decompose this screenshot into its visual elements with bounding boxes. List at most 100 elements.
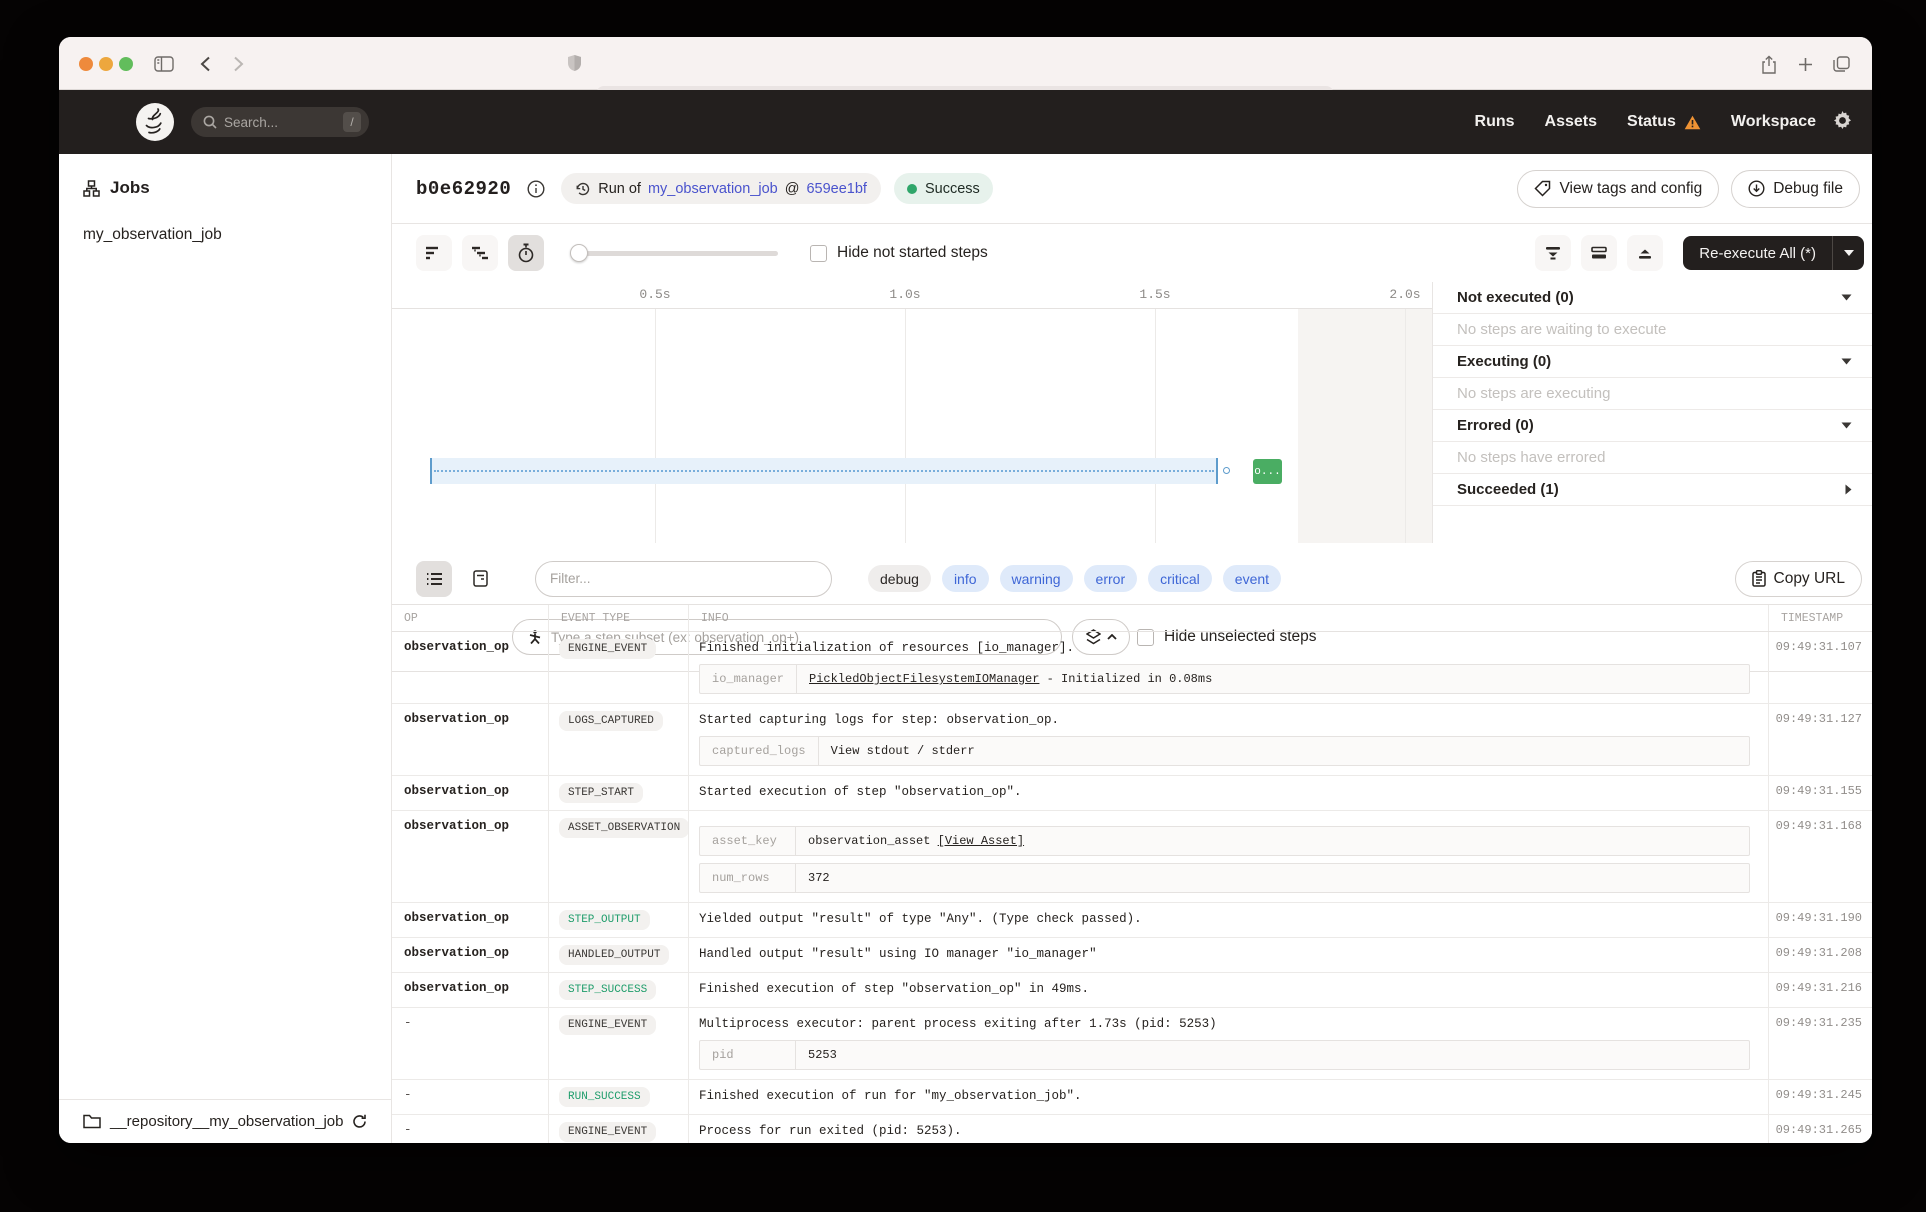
tabs-overview-icon[interactable] [1826,49,1856,79]
log-table: OP EVENT TYPE INFO TIMESTAMP observation… [392,605,1872,1143]
event-type-badge: STEP_OUTPUT [559,910,650,930]
job-list: my_observation_job [59,220,391,250]
close-window-button[interactable] [79,57,93,71]
sidebar-toggle-icon[interactable] [149,49,179,79]
log-row[interactable]: observation_opLOGS_CAPTUREDStarted captu… [392,704,1872,776]
slider-track[interactable] [572,251,778,256]
gantt-flat-view-button[interactable] [416,235,452,271]
gantt-step-track [430,458,1218,484]
reload-repository-icon[interactable] [352,1114,367,1129]
search-icon [203,115,217,129]
log-level-pill-info[interactable]: info [942,565,989,592]
hide-not-started-checkbox[interactable] [810,245,827,262]
topnav-item-workspace[interactable]: Workspace [1731,113,1816,131]
run-header: b0e62920 Run of my_observation_job @ 659… [392,154,1872,224]
log-row[interactable]: -RUN_SUCCESSFinished execution of run fo… [392,1080,1872,1115]
log-row[interactable]: observation_opENGINE_EVENTFinished initi… [392,632,1872,704]
log-filter-input[interactable] [535,561,832,597]
log-level-pill-debug[interactable]: debug [868,565,931,592]
gantt-waterfall-view-button[interactable] [462,235,498,271]
log-level-pill-warning[interactable]: warning [1000,565,1073,592]
log-list-view-button[interactable] [416,561,452,597]
log-op-cell: observation_op [392,776,548,810]
run-page: b0e62920 Run of my_observation_job @ 659… [392,154,1872,1143]
zoom-window-button[interactable] [119,57,133,71]
back-button[interactable] [190,49,220,79]
metadata-value: 372 [796,871,842,885]
gantt-zoom-slider[interactable] [572,244,778,262]
metadata-value: observation_asset [View Asset] [796,834,1036,848]
collapse-down-button[interactable] [1535,235,1571,271]
metadata-key: captured_logs [700,737,819,765]
gantt-step-bar[interactable]: o... [1253,459,1282,484]
event-type-badge: ENGINE_EVENT [559,1122,656,1142]
log-level-pill-error[interactable]: error [1084,565,1138,592]
panel-section-header[interactable]: Not executed (0) [1433,282,1872,314]
metadata-key: num_rows [700,864,796,892]
log-event-type-cell: STEP_START [548,776,688,810]
log-row[interactable]: observation_opSTEP_OUTPUTYielded output … [392,903,1872,938]
forward-button[interactable] [223,49,253,79]
copy-url-button[interactable]: Copy URL [1735,561,1863,597]
reexecute-all-button[interactable]: Re-execute All (*) [1683,236,1832,270]
clipboard-icon [1752,570,1766,587]
log-toolbar: debug info warning error critical event Copy … [392,553,1872,605]
panel-section-header[interactable]: Errored (0) [1433,410,1872,442]
minimize-window-button[interactable] [99,57,113,71]
topnav-item-status[interactable]: Status [1627,113,1701,131]
chevron-down-icon[interactable] [1841,422,1852,429]
reexecute-dropdown-caret[interactable] [1832,236,1864,270]
metadata-link[interactable]: PickledObjectFilesystemIOManager [809,672,1039,686]
debug-file-button[interactable]: Debug file [1731,170,1860,208]
reexecute-all-label: Re-execute All (*) [1699,245,1816,262]
log-row[interactable]: -ENGINE_EVENTMultiprocess executor: pare… [392,1008,1872,1080]
event-type-badge: ASSET_OBSERVATION [559,818,689,838]
global-search-input[interactable]: Search... / [191,107,369,137]
new-tab-icon[interactable] [1790,49,1820,79]
metadata-text: 372 [808,871,830,885]
panel-section-header[interactable]: Succeeded (1) [1433,474,1872,506]
topnav-item-runs[interactable]: Runs [1475,113,1515,131]
split-panels-button[interactable] [1581,235,1617,271]
log-level-pill-critical[interactable]: critical [1148,565,1212,592]
run-id: b0e62920 [416,178,511,200]
sidebar-job-item[interactable]: my_observation_job [59,220,391,250]
chevron-down-icon[interactable] [1841,294,1852,301]
log-row[interactable]: observation_opSTEP_STARTStarted executio… [392,776,1872,811]
log-info-cell: Multiprocess executor: parent process ex… [688,1008,1768,1079]
log-timestamp-cell: 09:49:31.107 [1768,632,1872,703]
gear-icon[interactable] [1833,111,1852,130]
log-row[interactable]: observation_opASSET_OBSERVATIONasset_key… [392,811,1872,903]
status-badge: Success [894,173,993,204]
search-placeholder: Search... [224,115,278,130]
dagster-logo-icon[interactable] [135,102,175,142]
commit-link[interactable]: 659ee1bf [806,181,866,197]
panel-section-header[interactable]: Executing (0) [1433,346,1872,378]
gantt-timed-view-button[interactable] [508,235,544,271]
chevron-down-icon[interactable] [1841,358,1852,365]
chevron-right-icon[interactable] [1845,484,1852,495]
expand-up-button[interactable] [1627,235,1663,271]
log-row[interactable]: observation_opSTEP_SUCCESSFinished execu… [392,973,1872,1008]
slider-knob[interactable] [570,244,588,262]
step-status-panel: Not executed (0)No steps are waiting to … [1432,282,1872,543]
log-level-pill-event[interactable]: event [1223,565,1281,592]
run-breadcrumb-pill: Run of my_observation_job @ 659ee1bf [561,173,881,204]
at-separator: @ [785,181,800,197]
sidebar-title: Jobs [59,154,391,198]
log-op-cell: - [392,1008,548,1079]
view-tags-button[interactable]: View tags and config [1517,170,1719,208]
log-structured-view-button[interactable] [462,561,498,597]
metadata-link[interactable]: [View Asset] [938,834,1024,848]
hide-not-started-control: Hide not started steps [810,244,988,262]
info-icon[interactable] [527,180,545,198]
log-info-cell: Started execution of step "observation_o… [688,776,1768,810]
gantt-gridline [1405,309,1406,543]
history-clock-icon [575,181,591,197]
log-row[interactable]: -ENGINE_EVENTProcess for run exited (pid… [392,1115,1872,1143]
log-row[interactable]: observation_opHANDLED_OUTPUTHandled outp… [392,938,1872,973]
share-icon[interactable] [1754,49,1784,79]
job-link[interactable]: my_observation_job [648,181,778,197]
topnav-item-assets[interactable]: Assets [1545,113,1597,131]
download-icon [1748,180,1765,197]
